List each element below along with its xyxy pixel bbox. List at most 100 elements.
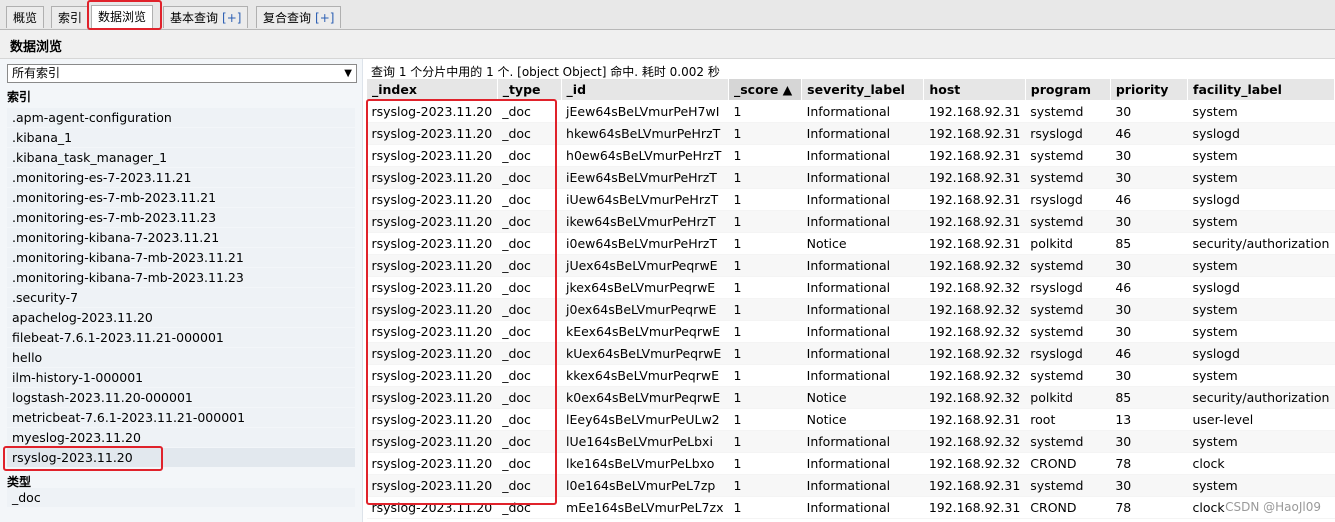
table-cell: Informational <box>801 452 924 475</box>
table-row[interactable]: rsyslog-2023.11.20 _doc i0ew64sBeLVmurPeHr… <box>366 232 1335 255</box>
sidebar-item-index[interactable]: .monitoring-es-7-mb-2023.11.21 <box>7 188 355 207</box>
index-select[interactable]: 所有索引 ▼ <box>7 64 357 83</box>
column-header[interactable]: program <box>1024 78 1111 101</box>
column-header[interactable]: _score ▲ <box>727 78 803 101</box>
tab-add-link[interactable]: [+] <box>315 11 334 25</box>
table-row[interactable]: rsyslog-2023.11.20 _doc jEew64sBeLVmurPeH7… <box>366 100 1335 123</box>
sidebar-item-index[interactable]: .security-7 <box>7 288 355 307</box>
table-row[interactable]: rsyslog-2023.11.20 _doc lke164sBeLVmurPeLb… <box>366 452 1335 475</box>
sidebar-item-index[interactable]: logstash-2023.11.20-000001 <box>7 388 355 407</box>
table-cell: CROND <box>1025 452 1111 475</box>
page-header: 数据浏览 <box>0 30 1335 59</box>
sidebar-item-index[interactable]: .monitoring-kibana-7-mb-2023.11.21 <box>7 248 355 267</box>
tab-2[interactable]: 数据浏览 <box>91 5 154 29</box>
tab-4[interactable]: 复合查询 [+] <box>256 6 342 28</box>
table-row[interactable]: rsyslog-2023.11.20 _doc ikew64sBeLVmurPeHr… <box>366 210 1335 233</box>
table-row[interactable]: rsyslog-2023.11.20 _doc kEex64sBeLVmurPeqr… <box>366 320 1335 343</box>
table-cell: _doc <box>497 408 562 431</box>
table-row[interactable]: rsyslog-2023.11.20 _doc kkex64sBeLVmurPeqr… <box>366 364 1335 387</box>
table-cell: Informational <box>801 254 924 277</box>
sidebar-item-index[interactable]: .kibana_task_manager_1 <box>7 148 355 167</box>
sidebar-item-index[interactable]: .monitoring-es-7-mb-2023.11.23 <box>7 208 355 227</box>
table-cell: 192.168.92.31 <box>923 210 1026 233</box>
table-cell: 192.168.92.32 <box>923 342 1026 365</box>
table-row[interactable]: rsyslog-2023.11.20 _doc iEew64sBeLVmurPeHr… <box>366 166 1335 189</box>
sidebar-item-index[interactable]: .kibana_1 <box>7 128 355 147</box>
table-cell: 30 <box>1110 100 1188 123</box>
table-row[interactable]: rsyslog-2023.11.20 _doc jkex64sBeLVmurPeqr… <box>366 276 1335 299</box>
table-cell: 46 <box>1110 188 1188 211</box>
sidebar-item-index[interactable]: .monitoring-kibana-7-2023.11.21 <box>7 228 355 247</box>
table-cell: 1 <box>728 496 802 519</box>
table-row[interactable]: rsyslog-2023.11.20 _doc l0e164sBeLVmurPeL7… <box>366 474 1335 497</box>
table-cell: 1 <box>728 188 802 211</box>
column-header[interactable]: priority <box>1109 78 1189 101</box>
table-cell: jkex64sBeLVmurPeqrwE <box>561 276 729 299</box>
table-cell: 30 <box>1110 210 1188 233</box>
table-cell: mEe164sBeLVmurPeL7zx <box>561 496 729 519</box>
table-cell: 46 <box>1110 342 1188 365</box>
table-row[interactable]: rsyslog-2023.11.20 _doc iUew64sBeLVmurPeHr… <box>366 188 1335 211</box>
table-row[interactable]: rsyslog-2023.11.20 _doc j0ex64sBeLVmurPeqr… <box>366 298 1335 321</box>
table-cell: kkex64sBeLVmurPeqrwE <box>561 364 729 387</box>
column-header[interactable]: _type <box>496 78 562 101</box>
tab-1[interactable]: 索引 <box>51 6 90 28</box>
table-cell: hkew64sBeLVmurPeHrzT <box>561 122 729 145</box>
sidebar-item-index[interactable]: metricbeat-7.6.1-2023.11.21-000001 <box>7 408 355 427</box>
table-cell: 192.168.92.32 <box>923 386 1026 409</box>
table-cell: rsyslog-2023.11.20 <box>366 188 498 211</box>
table-cell: 85 <box>1110 232 1188 255</box>
column-header[interactable]: severity_label <box>801 78 925 101</box>
tab-add-link[interactable]: [+] <box>222 11 241 25</box>
column-header[interactable]: host <box>923 78 1026 101</box>
table-cell: rsyslog-2023.11.20 <box>366 210 498 233</box>
sidebar-item-index[interactable]: .monitoring-es-7-2023.11.21 <box>7 168 355 187</box>
table-row[interactable]: rsyslog-2023.11.20 _doc kUex64sBeLVmurPeqr… <box>366 342 1335 365</box>
table-cell: 192.168.92.31 <box>923 188 1026 211</box>
table-cell: user-level <box>1187 408 1335 431</box>
table-row[interactable]: rsyslog-2023.11.20 _doc mEe164sBeLVmurPeL7… <box>366 496 1335 519</box>
table-cell: rsyslog-2023.11.20 <box>366 364 498 387</box>
table-cell: system <box>1187 430 1335 453</box>
column-header[interactable]: _id <box>560 78 729 101</box>
table-cell: _doc <box>497 232 562 255</box>
table-cell: 78 <box>1110 452 1188 475</box>
table-cell: Informational <box>801 430 924 453</box>
sidebar-item-index[interactable]: rsyslog-2023.11.20 <box>7 448 355 467</box>
table-row[interactable]: rsyslog-2023.11.20 _doc jUex64sBeLVmurPeqr… <box>366 254 1335 277</box>
table-cell: 1 <box>728 430 802 453</box>
table-cell: _doc <box>497 342 562 365</box>
table-cell: jEew64sBeLVmurPeH7wI <box>561 100 729 123</box>
table-cell: 30 <box>1110 320 1188 343</box>
column-header[interactable]: _index <box>366 78 498 101</box>
index-select-value: 所有索引 <box>12 66 61 80</box>
table-cell: h0ew64sBeLVmurPeHrzT <box>561 144 729 167</box>
sidebar-item-index[interactable]: ilm-history-1-000001 <box>7 368 355 387</box>
table-row[interactable]: rsyslog-2023.11.20 _doc k0ex64sBeLVmurPeqr… <box>366 386 1335 409</box>
tab-3[interactable]: 基本查询 [+] <box>163 6 249 28</box>
tab-0[interactable]: 概览 <box>6 6 45 28</box>
table-cell: 1 <box>728 276 802 299</box>
table-row[interactable]: rsyslog-2023.11.20 _doc hkew64sBeLVmurPeHr… <box>366 122 1335 145</box>
table-cell: system <box>1187 364 1335 387</box>
table-cell: syslogd <box>1187 122 1335 145</box>
table-cell: 192.168.92.32 <box>923 364 1026 387</box>
table-cell: ikew64sBeLVmurPeHrzT <box>561 210 729 233</box>
table-row[interactable]: rsyslog-2023.11.20 _doc h0ew64sBeLVmurPeHr… <box>366 144 1335 167</box>
column-header[interactable]: facility_label <box>1187 78 1335 101</box>
sidebar-item-type[interactable]: _doc <box>7 488 355 507</box>
table-cell: kEex64sBeLVmurPeqrwE <box>561 320 729 343</box>
tab-label: 概览 <box>13 11 38 25</box>
sidebar-item-index[interactable]: filebeat-7.6.1-2023.11.21-000001 <box>7 328 355 347</box>
sidebar-item-index[interactable]: .monitoring-kibana-7-mb-2023.11.23 <box>7 268 355 287</box>
sidebar-item-index[interactable]: hello <box>7 348 355 367</box>
table-row[interactable]: rsyslog-2023.11.20 _doc lEey64sBeLVmurPeUL… <box>366 408 1335 431</box>
table-row[interactable]: rsyslog-2023.11.20 _doc lUe164sBeLVmurPeLb… <box>366 430 1335 453</box>
table-cell: 1 <box>728 100 802 123</box>
sidebar-item-index[interactable]: apachelog-2023.11.20 <box>7 308 355 327</box>
sidebar-item-index[interactable]: .apm-agent-configuration <box>7 108 355 127</box>
table-cell: 1 <box>728 364 802 387</box>
table-cell: 192.168.92.32 <box>923 452 1026 475</box>
sidebar-item-index[interactable]: myeslog-2023.11.20 <box>7 428 355 447</box>
table-cell: j0ex64sBeLVmurPeqrwE <box>561 298 729 321</box>
